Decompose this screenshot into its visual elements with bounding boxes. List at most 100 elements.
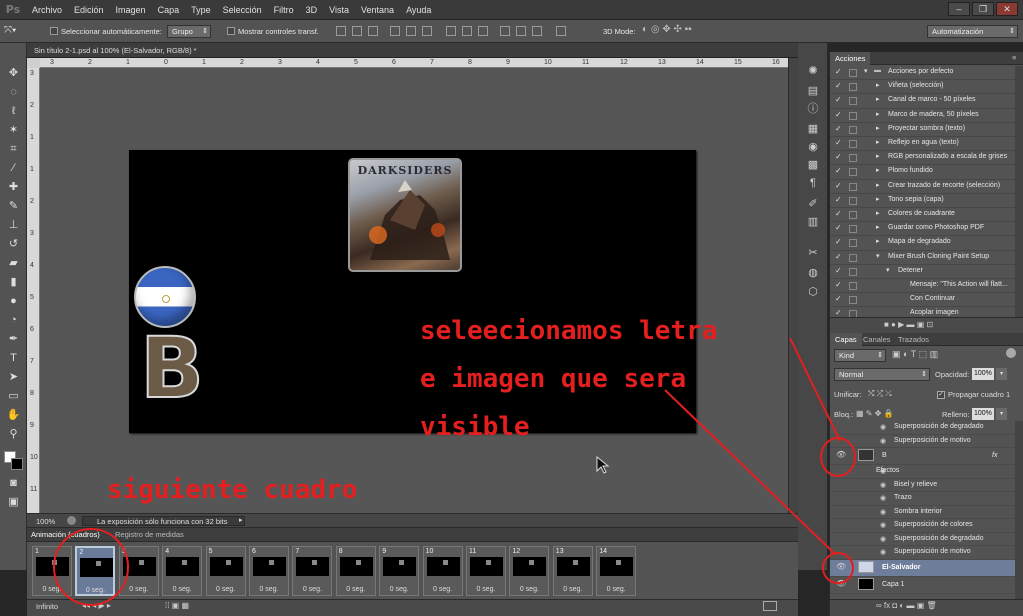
action-dialog-toggle[interactable] — [849, 69, 857, 77]
menu-ventana[interactable]: Ventana — [355, 5, 400, 15]
frame-tools-icon[interactable]: ⁞⁞ ▣ ▦ — [165, 601, 189, 610]
frame-delay[interactable]: 0 seg. — [510, 586, 548, 593]
action-dialog-toggle[interactable] — [849, 182, 857, 191]
action-dialog-toggle[interactable] — [849, 168, 857, 177]
layer-row[interactable]: ◉ Superposición de degradado — [830, 533, 1015, 546]
canvas-scrollbar[interactable] — [788, 58, 798, 513]
visibility-eye-icon[interactable]: ◉ — [880, 535, 886, 543]
animation-frame[interactable]: 4 0 seg. — [162, 546, 203, 596]
animation-frame[interactable]: 12 0 seg. — [509, 546, 550, 596]
expand-arrow-icon[interactable]: ▸ — [876, 166, 880, 174]
history-brush-icon[interactable]: ↺ — [5, 236, 22, 253]
action-check-icon[interactable]: ✓ — [835, 138, 842, 147]
distribute-top-icon[interactable] — [446, 26, 456, 36]
layer-row[interactable]: ◉ Superposición de motivo — [830, 435, 1015, 448]
action-check-icon[interactable]: ✓ — [835, 67, 842, 76]
layer-row[interactable]: ◉ Superposición de motivo — [830, 546, 1015, 560]
menu-imagen[interactable]: Imagen — [110, 5, 152, 15]
align-vcenter-icon[interactable] — [352, 26, 362, 36]
align-left-icon[interactable] — [390, 26, 400, 36]
action-dialog-toggle[interactable] — [849, 154, 857, 163]
3d-icon[interactable]: ⬡ — [806, 285, 820, 299]
stamp-icon[interactable]: ⊥ — [5, 217, 22, 234]
shape-icon[interactable]: ▭ — [5, 388, 22, 405]
status-arrow-icon[interactable]: ▸ — [239, 516, 243, 524]
screen-mode-icon[interactable]: ▣ — [5, 494, 22, 511]
action-check-icon[interactable]: ✓ — [835, 266, 842, 275]
filter-icons[interactable]: ▣ ◐ T ⬚ ▥ — [892, 349, 938, 360]
layer-row[interactable]: ◉ Bisel y relieve — [830, 479, 1015, 492]
clone-source-icon[interactable]: ◍ — [806, 266, 820, 280]
action-row[interactable]: ✓ Con Continuar — [830, 293, 1015, 308]
move-icon[interactable]: ✥ — [5, 65, 22, 82]
expand-arrow-icon[interactable]: ▾ — [876, 252, 880, 260]
frame-delay[interactable]: 0 seg. — [163, 586, 201, 593]
gradient-icon[interactable]: ▮ — [5, 274, 22, 291]
menu-capa[interactable]: Capa — [152, 5, 186, 15]
crop-icon[interactable]: ⌗ — [5, 141, 22, 158]
action-row[interactable]: ✓ ▸ Colores de cuadrante — [830, 208, 1015, 223]
zoom-icon[interactable]: ⚲ — [5, 426, 22, 443]
layer-row[interactable]: 👁 Capa 1 — [830, 577, 1015, 594]
frame-delay[interactable]: 0 seg. — [293, 586, 331, 593]
expand-arrow-icon[interactable]: ▸ — [876, 152, 880, 160]
visibility-eye-icon[interactable]: ◉ — [880, 481, 886, 489]
layer-row[interactable]: ◉ Efectos — [830, 465, 1015, 479]
visibility-eye-icon[interactable]: ◉ — [880, 508, 886, 516]
layers-footer-icons[interactable]: ∞ fx ◘ ◐ ▬ ▣ 🗑 — [876, 601, 937, 610]
action-check-icon[interactable]: ✓ — [835, 223, 842, 232]
frame-delay[interactable]: 0 seg. — [424, 586, 462, 593]
propagate-checkbox[interactable]: ✓ — [937, 391, 945, 399]
frame-delay[interactable]: 0 seg. — [33, 586, 71, 593]
animation-frame[interactable]: 3 0 seg. — [118, 546, 159, 596]
action-row[interactable]: ✓ ▸ RGB personalizado a escala de grises — [830, 151, 1015, 166]
action-dialog-toggle[interactable] — [849, 111, 857, 120]
frame-delay[interactable]: 0 seg. — [207, 586, 245, 593]
loop-dropdown[interactable]: Infinito — [36, 602, 58, 611]
align-top-icon[interactable] — [336, 26, 346, 36]
animation-frame[interactable]: 5 0 seg. — [205, 546, 246, 596]
action-check-icon[interactable]: ✓ — [835, 166, 842, 175]
expand-arrow-icon[interactable]: ▸ — [876, 223, 880, 231]
lasso-icon[interactable]: ℓ — [5, 103, 22, 120]
action-row[interactable]: ✓ ▸ Proyectar sombra (texto) — [830, 123, 1015, 137]
action-check-icon[interactable]: ✓ — [835, 95, 842, 104]
action-check-icon[interactable]: ✓ — [835, 81, 842, 90]
action-check-icon[interactable]: ✓ — [835, 152, 842, 161]
actions-controls-icon[interactable]: ■ ● ▶ ▬ ▣ ⊡ — [884, 320, 933, 329]
action-check-icon[interactable]: ✓ — [835, 280, 842, 289]
expand-arrow-icon[interactable]: ▸ — [876, 195, 880, 203]
playback-controls-icon[interactable]: ◂◂ ◂ ▶ ▸ — [82, 601, 111, 610]
animation-frame[interactable]: 9 0 seg. — [379, 546, 420, 596]
paragraph-icon[interactable]: ¶ — [806, 176, 820, 190]
actions-scrollbar[interactable] — [1015, 66, 1023, 317]
action-row[interactable]: ✓ Mensaje: "This Action will flatt... — [830, 279, 1015, 294]
action-row[interactable]: ✓ ▸ Mapa de degradado — [830, 236, 1015, 251]
expand-arrow-icon[interactable]: ▸ — [876, 124, 880, 132]
brush-presets-icon[interactable]: ✐ — [806, 197, 820, 211]
visibility-eye-icon[interactable]: ◉ — [880, 437, 886, 445]
visibility-eye-icon[interactable]: 👁 — [836, 579, 846, 588]
dodge-icon[interactable]: ◔ — [5, 312, 22, 329]
info-icon[interactable]: ⓘ — [806, 102, 820, 116]
action-row[interactable]: ✓ ▸ Guardar como Photoshop PDF — [830, 222, 1015, 237]
action-row[interactable]: ✓ ▸ Crear trazado de recorte (selección) — [830, 180, 1015, 194]
kind-filter-dropdown[interactable]: Kind — [834, 349, 886, 362]
visibility-eye-icon[interactable]: ◉ — [880, 548, 886, 556]
frame-delay[interactable]: 0 seg. — [77, 587, 113, 594]
expand-arrow-icon[interactable]: ▾ — [886, 266, 890, 274]
animation-frame[interactable]: 1 0 seg. — [32, 546, 72, 596]
animation-frame[interactable]: 13 0 seg. — [552, 546, 593, 596]
convert-timeline-icon[interactable] — [763, 601, 777, 611]
animation-frame[interactable]: 2 0 seg. — [75, 546, 116, 596]
close-button[interactable]: ✕ — [996, 2, 1018, 16]
menu-type[interactable]: Type — [185, 5, 217, 15]
action-dialog-toggle[interactable] — [849, 196, 857, 205]
minimize-button[interactable]: – — [948, 2, 970, 16]
animation-frame[interactable]: 6 0 seg. — [249, 546, 289, 596]
visibility-eye-icon[interactable]: ◉ — [880, 521, 886, 529]
histogram-icon[interactable]: ▤ — [806, 84, 820, 98]
group-dropdown[interactable]: Grupo — [167, 25, 211, 38]
pen-icon[interactable]: ✒ — [5, 331, 22, 348]
action-row[interactable]: ✓ ▾ Mixer Brush Cloning Paint Setup — [830, 251, 1015, 265]
